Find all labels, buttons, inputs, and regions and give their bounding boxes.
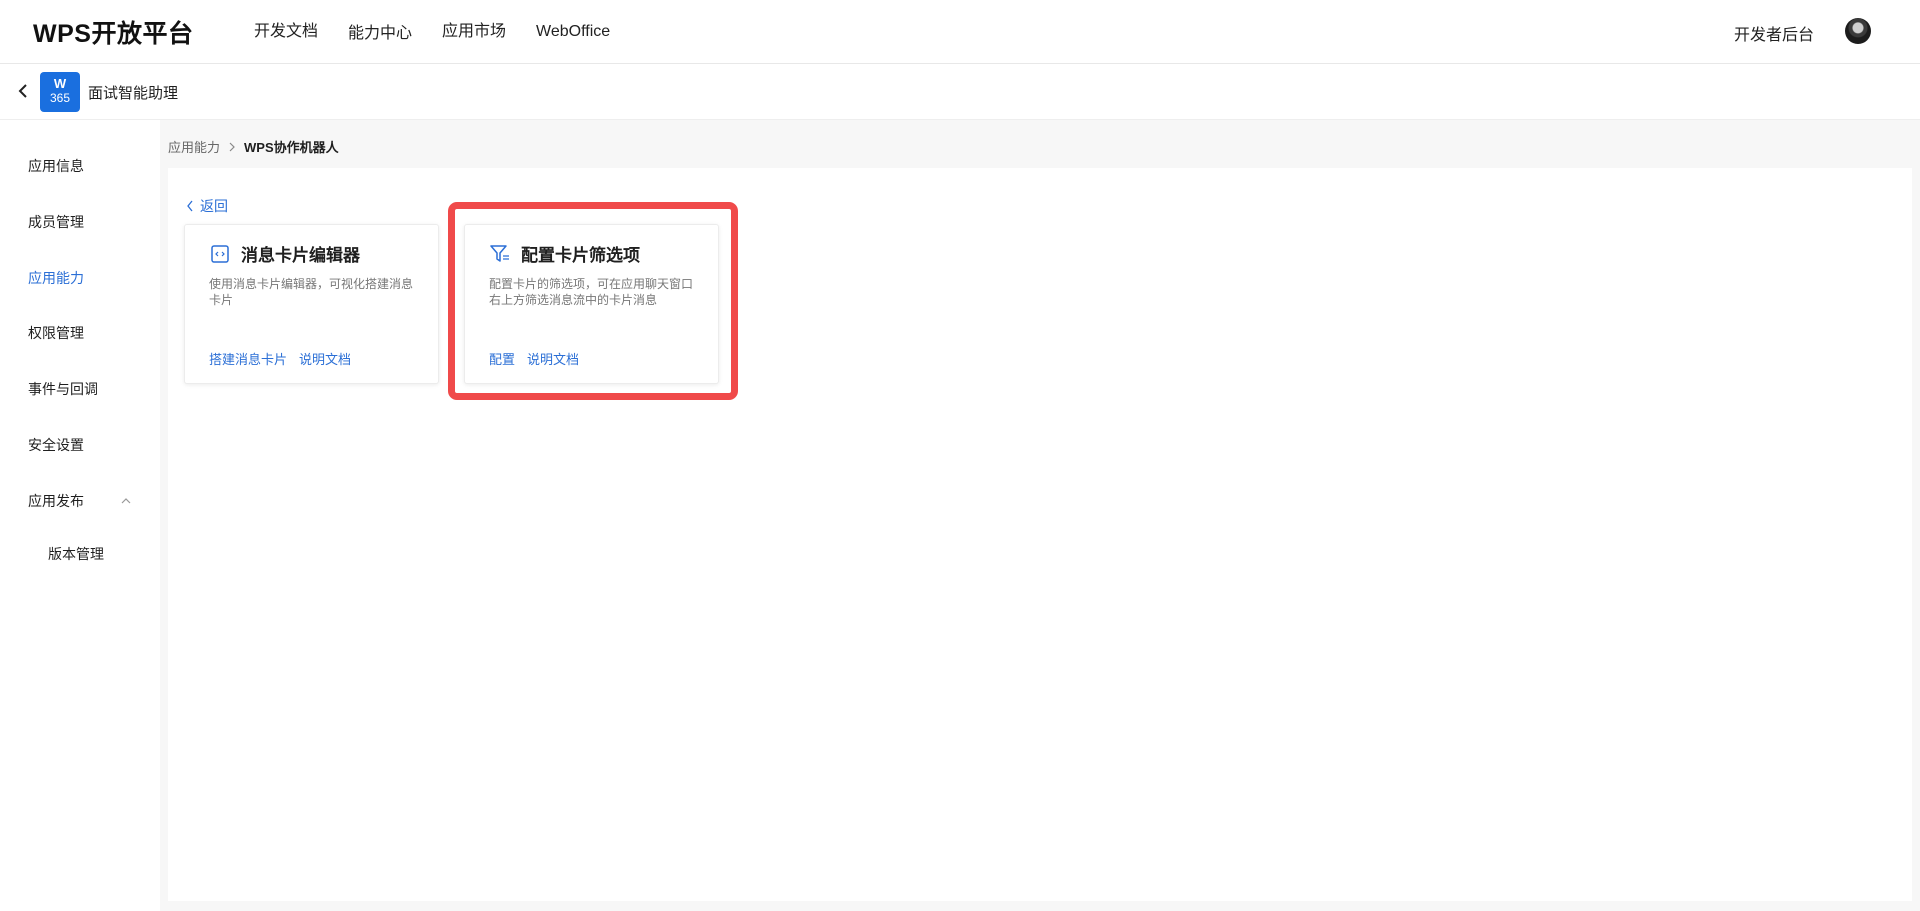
user-avatar[interactable] (1845, 18, 1871, 44)
nav-capability-center[interactable]: 能力中心 (348, 22, 412, 46)
card-title: 配置卡片筛选项 (521, 246, 640, 265)
breadcrumb: 应用能力 WPS协作机器人 (168, 137, 339, 156)
filter-icon (490, 244, 509, 262)
app-name: 面试智能助理 (88, 85, 179, 102)
card-links: 配置 说明文档 (489, 349, 591, 368)
app-icon: W 365 (40, 72, 80, 112)
top-header: WPS开放平台 开发文档 能力中心 应用市场 WebOffice 开发者后台 (0, 0, 1920, 64)
build-card-link[interactable]: 搭建消息卡片 (209, 349, 287, 368)
code-box-icon (211, 244, 229, 263)
sidebar-item-publish[interactable]: 应用发布 (28, 491, 84, 511)
card-title: 消息卡片编辑器 (241, 246, 360, 265)
back-label: 返回 (200, 198, 228, 214)
card-message-editor: 消息卡片编辑器 使用消息卡片编辑器，可视化搭建消息卡片 搭建消息卡片 说明文档 (184, 224, 439, 384)
nav-weboffice[interactable]: WebOffice (536, 20, 610, 46)
docs-link[interactable]: 说明文档 (527, 349, 579, 368)
card-description: 配置卡片的筛选项，可在应用聊天窗口右上方筛选消息流中的卡片消息 (489, 277, 694, 307)
card-filter-config: 配置卡片筛选项 配置卡片的筛选项，可在应用聊天窗口右上方筛选消息流中的卡片消息 … (464, 224, 719, 384)
card-title-row: 消息卡片编辑器 (209, 241, 360, 266)
sidebar-subitem-versions[interactable]: 版本管理 (48, 544, 104, 564)
sidebar-item-app-info[interactable]: 应用信息 (28, 156, 84, 176)
docs-link[interactable]: 说明文档 (299, 349, 351, 368)
card-links: 搭建消息卡片 说明文档 (209, 349, 363, 368)
breadcrumb-current: WPS协作机器人 (244, 140, 339, 155)
card-description: 使用消息卡片编辑器，可视化搭建消息卡片 (209, 277, 414, 307)
chevron-up-icon[interactable] (120, 496, 132, 504)
platform-logo[interactable]: WPS开放平台 (33, 14, 193, 50)
sidebar-item-permissions[interactable]: 权限管理 (28, 323, 84, 343)
sidebar: 应用信息 成员管理 应用能力 权限管理 事件与回调 安全设置 应用发布 版本管理 (0, 120, 160, 911)
app-header: W 365 面试智能助理 (0, 64, 1920, 120)
chevron-right-icon (229, 142, 235, 151)
top-nav: 开发文档 能力中心 应用市场 WebOffice (254, 20, 640, 46)
nav-dev-docs[interactable]: 开发文档 (254, 20, 318, 46)
sidebar-item-capabilities[interactable]: 应用能力 (28, 268, 84, 288)
nav-app-market[interactable]: 应用市场 (442, 20, 506, 46)
sidebar-item-events[interactable]: 事件与回调 (28, 379, 98, 399)
card-title-row: 配置卡片筛选项 (489, 241, 640, 266)
sidebar-item-members[interactable]: 成员管理 (28, 212, 84, 232)
chevron-left-icon (187, 200, 193, 212)
sidebar-item-security[interactable]: 安全设置 (28, 435, 84, 455)
developer-console-link[interactable]: 开发者后台 (1734, 21, 1814, 45)
breadcrumb-parent[interactable]: 应用能力 (168, 137, 220, 156)
back-link[interactable]: 返回 (186, 196, 228, 216)
configure-link[interactable]: 配置 (489, 349, 515, 368)
back-chevron-icon[interactable] (17, 83, 31, 99)
